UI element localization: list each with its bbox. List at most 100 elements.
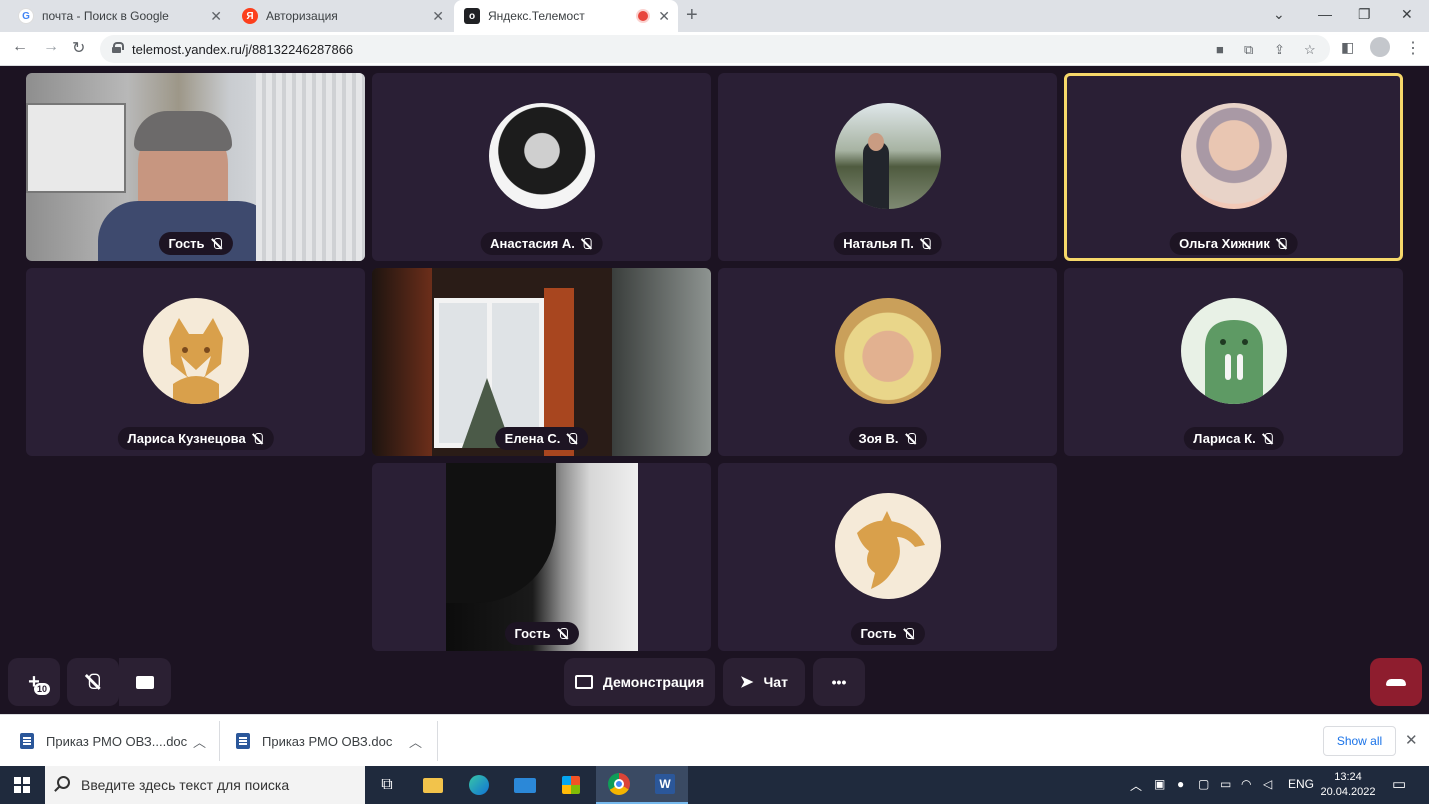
camera-toggle-button[interactable] — [119, 658, 171, 706]
task-view-icon[interactable]: ⧉ — [364, 766, 410, 804]
phone-hangup-icon — [1386, 678, 1406, 686]
minimize-icon[interactable]: — — [1318, 6, 1332, 22]
new-tab-icon[interactable]: + — [686, 4, 698, 27]
screen-share-button[interactable]: Демонстрация — [564, 658, 715, 706]
clock[interactable]: 13:24 20.04.2022 — [1316, 770, 1380, 800]
restore-icon[interactable]: ❐ — [1358, 6, 1371, 23]
participant-name: Анастасия А. — [490, 236, 575, 251]
screen-share-icon — [574, 675, 593, 689]
screen-share-label: Демонстрация — [602, 674, 705, 690]
participant-name-tag: Ольга Хижник — [1169, 232, 1298, 255]
chevron-up-icon[interactable]: ︿ — [1130, 777, 1142, 794]
participant-tile[interactable]: Анастасия А. — [372, 73, 711, 261]
download-filename: Приказ РМО ОВЗ.doc — [262, 733, 393, 749]
tab-search-icon[interactable]: ⌄ — [1273, 6, 1285, 23]
participant-name-tag: Анастасия А. — [480, 232, 603, 255]
search-placeholder: Введите здесь текст для поиска — [81, 777, 290, 793]
taskbar-search-input[interactable]: Введите здесь текст для поиска — [45, 766, 365, 804]
participant-name: Лариса Кузнецова — [127, 431, 246, 446]
participant-tile[interactable]: Наталья П. — [718, 73, 1057, 261]
invite-participants-button[interactable]: + 10 — [8, 658, 60, 706]
reload-icon[interactable]: ↻ — [72, 38, 85, 58]
volume-icon[interactable]: ◁ — [1263, 777, 1272, 791]
browser-tab-auth[interactable]: Я Авторизация ✕ — [232, 0, 452, 32]
url-text[interactable]: telemost.yandex.ru/j/88132246287866 — [132, 42, 353, 57]
microsoft-store-icon[interactable] — [548, 766, 594, 804]
participant-tile[interactable]: Лариса К. — [1064, 268, 1403, 456]
recording-icon — [638, 11, 648, 21]
close-icon[interactable]: ✕ — [432, 8, 444, 25]
profile-avatar-icon[interactable] — [1370, 37, 1390, 57]
browser-tab-telemost[interactable]: о Яндекс.Телемост ✕ — [454, 0, 678, 32]
mail-icon[interactable] — [502, 766, 548, 804]
chrome-browser-icon[interactable] — [596, 766, 642, 804]
participant-tile[interactable]: Лариса Кузнецова — [26, 268, 365, 456]
participant-tile[interactable]: Елена С. — [372, 268, 711, 456]
participant-avatar — [1180, 103, 1287, 209]
window-close-icon[interactable]: ✕ — [1401, 6, 1413, 23]
chevron-up-icon[interactable]: ︿ — [409, 732, 422, 751]
mute-microphone-button[interactable] — [67, 658, 119, 706]
participant-tile[interactable]: Гость — [372, 463, 711, 651]
display-icon[interactable]: ▢ — [1198, 777, 1209, 791]
participant-name-tag: Наталья П. — [833, 232, 942, 255]
participant-tile[interactable]: Гость — [26, 73, 365, 261]
participant-name: Елена С. — [504, 431, 561, 446]
edge-browser-icon[interactable] — [456, 766, 502, 804]
address-bar[interactable]: telemost.yandex.ru/j/88132246287866 ■ ⧉ … — [100, 35, 1330, 63]
translate-icon[interactable]: ⧉ — [1244, 42, 1253, 58]
participant-count-badge: 10 — [34, 683, 51, 695]
file-explorer-icon[interactable] — [410, 766, 456, 804]
participant-name-tag: Лариса Кузнецова — [117, 427, 274, 450]
browser-tab-google[interactable]: G почта - Поиск в Google ✕ — [8, 0, 230, 32]
download-item[interactable]: Приказ РМО ОВЗ.doc — [236, 715, 392, 767]
show-all-button[interactable]: Show all — [1323, 726, 1396, 756]
hang-up-button[interactable] — [1370, 658, 1422, 706]
word-icon[interactable]: W — [642, 766, 688, 804]
camera-icon[interactable]: ■ — [1216, 42, 1224, 57]
word-document-icon — [20, 733, 34, 749]
participant-tile[interactable]: Зоя В. — [718, 268, 1057, 456]
battery-icon[interactable]: ▭ — [1220, 777, 1231, 791]
dolphin-avatar-icon — [834, 493, 941, 599]
language-indicator[interactable]: ENG — [1288, 777, 1314, 791]
participant-tile-active-speaker[interactable]: Ольга Хижник — [1064, 73, 1403, 261]
participant-name-tag: Гость — [850, 622, 925, 645]
wifi-icon[interactable]: ◠ — [1241, 777, 1251, 791]
more-options-button[interactable]: ••• — [813, 658, 865, 706]
participant-name-tag: Гость — [158, 232, 233, 255]
chevron-up-icon[interactable]: ︿ — [193, 732, 206, 751]
microphone-icon[interactable]: ● — [1177, 777, 1184, 791]
close-icon[interactable]: ✕ — [658, 8, 670, 25]
close-icon[interactable]: ✕ — [1405, 731, 1418, 749]
notifications-icon[interactable]: ▭ — [1392, 775, 1406, 793]
share-icon[interactable]: ⇪ — [1274, 42, 1285, 58]
meet-now-icon[interactable]: ▣ — [1154, 777, 1165, 791]
telemost-icon: о — [464, 8, 480, 24]
participant-name: Гость — [860, 626, 897, 641]
chat-label: Чат — [763, 674, 788, 690]
bookmark-star-icon[interactable]: ☆ — [1304, 42, 1316, 58]
lock-icon — [112, 42, 124, 53]
participant-name-tag: Лариса К. — [1183, 427, 1284, 450]
download-item[interactable]: Приказ РМО ОВЗ....doc — [20, 715, 187, 767]
mic-off-icon — [1262, 432, 1274, 445]
chat-button[interactable]: ➤ Чат — [723, 658, 805, 706]
participant-name: Лариса К. — [1193, 431, 1256, 446]
participant-name: Зоя В. — [858, 431, 899, 446]
forward-icon[interactable]: → — [43, 38, 59, 56]
participant-tile[interactable]: Гость — [718, 463, 1057, 651]
divider — [219, 721, 220, 761]
back-icon[interactable]: ← — [12, 38, 28, 56]
download-filename: Приказ РМО ОВЗ....doc — [46, 733, 188, 749]
mic-off-icon — [85, 673, 102, 691]
browser-toolbar: ← → ↻ telemost.yandex.ru/j/8813224628786… — [0, 32, 1429, 66]
side-panel-icon[interactable]: ◧ — [1341, 39, 1354, 56]
send-arrow-icon: ➤ — [740, 674, 754, 691]
menu-kebab-icon[interactable]: ⋮ — [1405, 38, 1421, 58]
close-icon[interactable]: ✕ — [210, 8, 222, 25]
mic-off-icon — [557, 627, 569, 640]
mic-off-icon — [581, 237, 593, 250]
mic-off-icon — [211, 237, 223, 250]
windows-start-icon[interactable] — [14, 777, 30, 793]
